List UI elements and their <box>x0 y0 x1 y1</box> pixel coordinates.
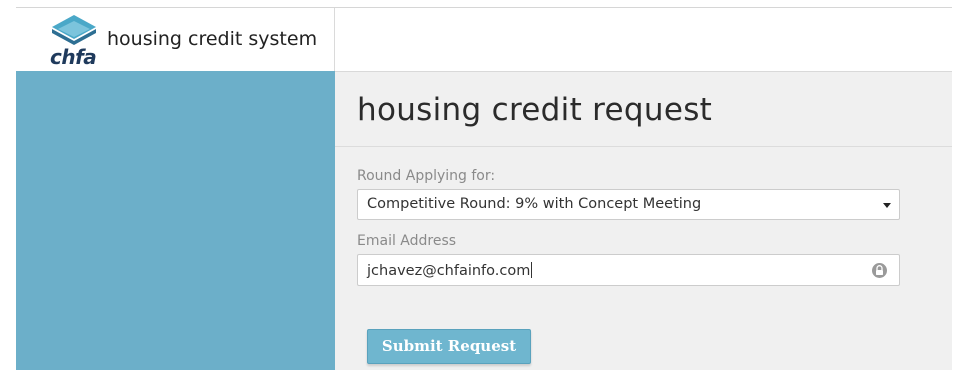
email-label: Email Address <box>357 233 457 249</box>
main-content: housing credit request Round Applying fo… <box>335 71 952 370</box>
page-title: housing credit request <box>357 92 713 128</box>
caret-down-icon[interactable] <box>883 203 891 208</box>
app-frame: chfa housing credit system housing credi… <box>16 7 952 370</box>
lock-icon[interactable] <box>872 263 887 278</box>
round-label: Round Applying for: <box>357 168 496 184</box>
round-select-value: Competitive Round: 9% with Concept Meeti… <box>367 196 702 212</box>
chfa-logo-icon[interactable]: chfa <box>48 13 100 69</box>
header-bar <box>335 8 952 71</box>
submit-request-button[interactable]: Submit Request <box>367 329 531 364</box>
header-brand: chfa housing credit system <box>16 8 335 71</box>
text-cursor <box>531 262 533 278</box>
app-title: housing credit system <box>107 28 318 50</box>
round-select[interactable]: Competitive Round: 9% with Concept Meeti… <box>357 189 900 220</box>
logo-text: chfa <box>50 45 97 69</box>
sidebar <box>16 71 335 370</box>
title-divider <box>335 146 952 147</box>
email-field-value: jchavez@chfainfo.com <box>367 263 531 279</box>
email-field[interactable]: jchavez@chfainfo.com <box>357 254 900 286</box>
